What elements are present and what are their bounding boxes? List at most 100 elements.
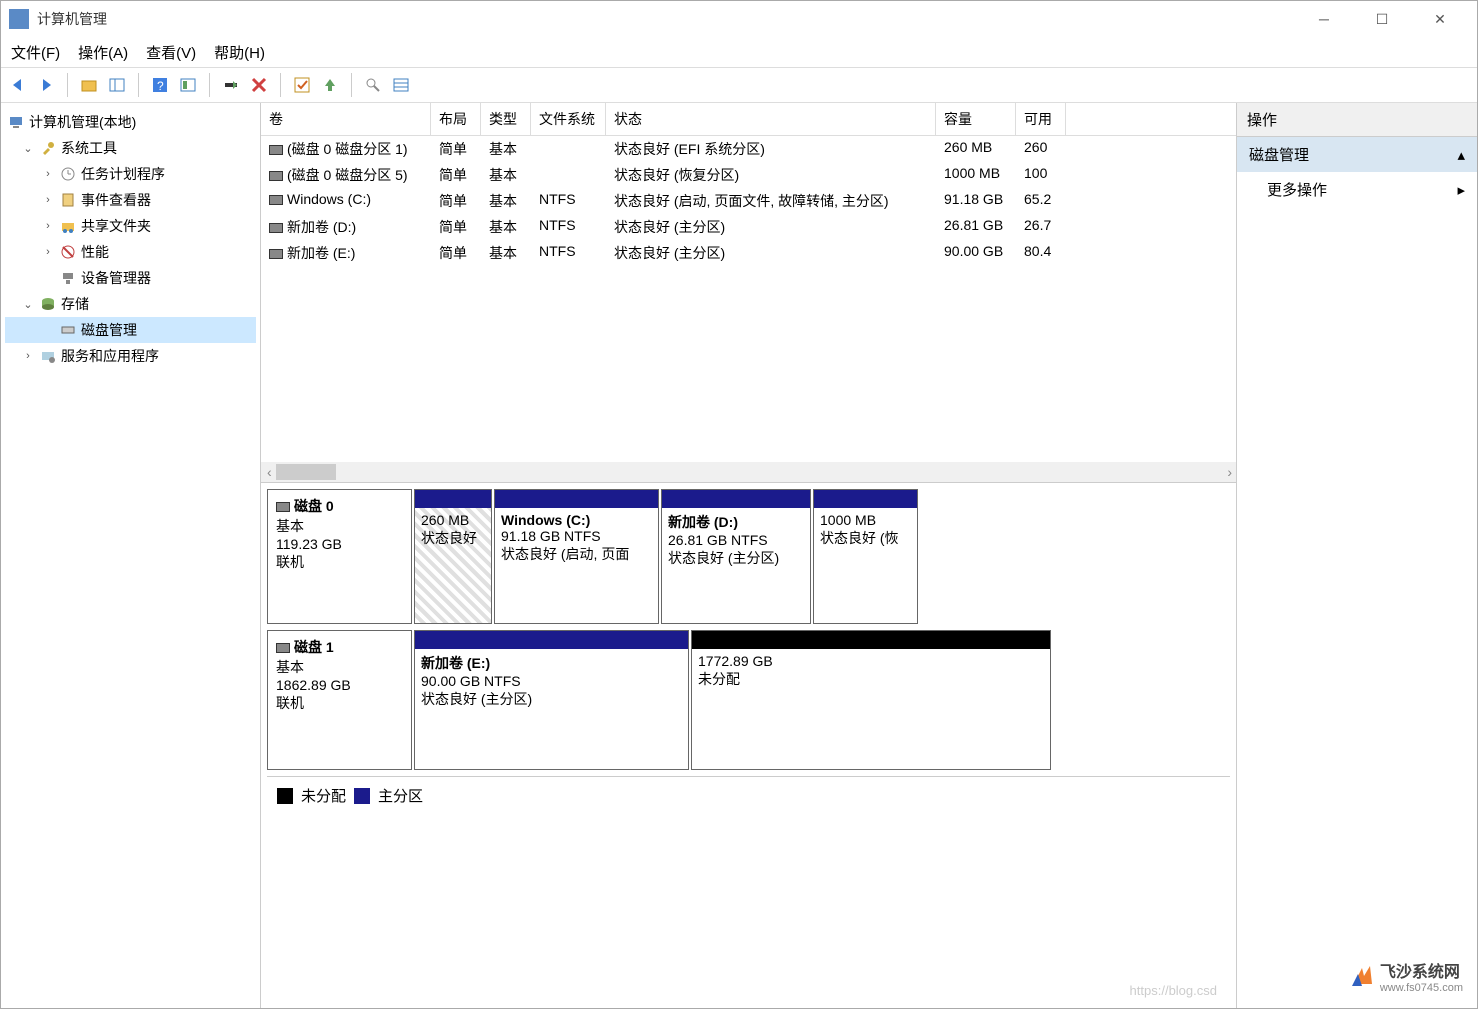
tree-root-label: 计算机管理(本地) xyxy=(29,112,136,132)
tree-diskmgmt[interactable]: 磁盘管理 xyxy=(5,317,256,343)
watermark-url: www.fs0745.com xyxy=(1380,982,1463,994)
minimize-button[interactable]: ─ xyxy=(1295,1,1353,37)
tree-devmgr-label: 设备管理器 xyxy=(81,268,151,288)
disk-label[interactable]: 磁盘 0基本119.23 GB联机 xyxy=(267,489,412,624)
volume-table: 卷 布局 类型 文件系统 状态 容量 可用 (磁盘 0 磁盘分区 1)简单基本状… xyxy=(261,103,1236,462)
partition[interactable]: 新加卷 (D:)26.81 GB NTFS状态良好 (主分区) xyxy=(661,489,811,624)
horizontal-scrollbar[interactable]: ‹ › xyxy=(261,462,1236,482)
header-layout[interactable]: 布局 xyxy=(431,103,481,135)
partition[interactable]: Windows (C:)91.18 GB NTFS状态良好 (启动, 页面 xyxy=(494,489,659,624)
disk-row: 磁盘 0基本119.23 GB联机260 MB状态良好Windows (C:)9… xyxy=(267,489,1230,624)
panel-icon[interactable] xyxy=(106,74,128,96)
partition[interactable]: 1000 MB状态良好 (恢 xyxy=(813,489,918,624)
maximize-button[interactable]: ☐ xyxy=(1353,1,1411,37)
menu-view[interactable]: 查看(V) xyxy=(146,42,196,63)
disk-icon xyxy=(59,321,77,339)
table-row[interactable]: 新加卷 (E:)简单基本NTFS状态良好 (主分区)90.00 GB80.4 xyxy=(261,240,1236,266)
header-fs[interactable]: 文件系统 xyxy=(531,103,606,135)
tree-diskmgmt-label: 磁盘管理 xyxy=(81,320,137,340)
close-button[interactable]: ✕ xyxy=(1411,1,1469,37)
actions-panel: 操作 磁盘管理 ▴ 更多操作 ▸ xyxy=(1237,103,1477,1008)
computer-icon xyxy=(7,113,25,131)
delete-icon[interactable] xyxy=(248,74,270,96)
up-icon[interactable] xyxy=(319,74,341,96)
search-icon[interactable] xyxy=(362,74,384,96)
svg-text:?: ? xyxy=(157,79,164,93)
clock-icon xyxy=(59,165,77,183)
tree-event-viewer[interactable]: › 事件查看器 xyxy=(5,187,256,213)
header-type[interactable]: 类型 xyxy=(481,103,531,135)
back-icon[interactable] xyxy=(7,74,29,96)
window-title: 计算机管理 xyxy=(37,9,1295,29)
header-volume[interactable]: 卷 xyxy=(261,103,431,135)
actions-header: 操作 xyxy=(1237,103,1477,137)
help-icon[interactable]: ? xyxy=(149,74,171,96)
tree-storage[interactable]: ⌄ 存储 xyxy=(5,291,256,317)
caret-right-icon[interactable]: › xyxy=(41,194,55,206)
tree-perf[interactable]: › 性能 xyxy=(5,239,256,265)
table-row[interactable]: Windows (C:)简单基本NTFS状态良好 (启动, 页面文件, 故障转储… xyxy=(261,188,1236,214)
header-status[interactable]: 状态 xyxy=(606,103,936,135)
storage-icon xyxy=(39,295,57,313)
disk-label[interactable]: 磁盘 1基本1862.89 GB联机 xyxy=(267,630,412,770)
partition[interactable]: 260 MB状态良好 xyxy=(414,489,492,624)
tree-services[interactable]: › 服务和应用程序 xyxy=(5,343,256,369)
tree-root[interactable]: 计算机管理(本地) xyxy=(5,109,256,135)
partition[interactable]: 新加卷 (E:)90.00 GB NTFS状态良好 (主分区) xyxy=(414,630,689,770)
titlebar: 计算机管理 ─ ☐ ✕ xyxy=(1,1,1477,37)
caret-right-icon[interactable]: › xyxy=(21,350,35,362)
check-icon[interactable] xyxy=(291,74,313,96)
legend-primary-label: 主分区 xyxy=(378,785,423,806)
faint-url: https://blog.csd xyxy=(1130,983,1217,998)
menubar: 文件(F) 操作(A) 查看(V) 帮助(H) xyxy=(1,37,1477,67)
tree-sys-tools[interactable]: ⌄ 系统工具 xyxy=(5,135,256,161)
device-icon xyxy=(59,269,77,287)
disk-row: 磁盘 1基本1862.89 GB联机新加卷 (E:)90.00 GB NTFS状… xyxy=(267,630,1230,770)
event-icon xyxy=(59,191,77,209)
collapse-icon: ▴ xyxy=(1457,146,1465,164)
disk-graphic-panel: 磁盘 0基本119.23 GB联机260 MB状态良好Windows (C:)9… xyxy=(261,483,1236,1008)
refresh-icon[interactable] xyxy=(220,74,242,96)
tree-panel: 计算机管理(本地) ⌄ 系统工具 › 任务计划程序 › 事件查看器 › 共享文件… xyxy=(1,103,261,1008)
perf-icon xyxy=(59,243,77,261)
legend-primary-swatch xyxy=(354,788,370,804)
legend-unalloc-swatch xyxy=(277,788,293,804)
caret-down-icon[interactable]: ⌄ xyxy=(21,298,35,311)
services-icon xyxy=(39,347,57,365)
caret-right-icon[interactable]: › xyxy=(41,168,55,180)
header-capacity[interactable]: 容量 xyxy=(936,103,1016,135)
partition[interactable]: 1772.89 GB未分配 xyxy=(691,630,1051,770)
table-row[interactable]: (磁盘 0 磁盘分区 1)简单基本状态良好 (EFI 系统分区)260 MB26… xyxy=(261,136,1236,162)
actions-diskmgmt[interactable]: 磁盘管理 ▴ xyxy=(1237,137,1477,172)
tree-perf-label: 性能 xyxy=(81,242,109,262)
watermark: 飞沙系统网 www.fs0745.com xyxy=(1350,958,1463,994)
actions-more[interactable]: 更多操作 ▸ xyxy=(1237,172,1477,207)
table-row[interactable]: (磁盘 0 磁盘分区 5)简单基本状态良好 (恢复分区)1000 MB100 xyxy=(261,162,1236,188)
caret-down-icon[interactable]: ⌄ xyxy=(21,142,35,155)
actions-more-label: 更多操作 xyxy=(1267,179,1327,200)
watermark-logo-icon xyxy=(1350,964,1374,988)
list-icon[interactable] xyxy=(390,74,412,96)
shared-folder-icon xyxy=(59,217,77,235)
window-controls: ─ ☐ ✕ xyxy=(1295,1,1469,37)
menu-file[interactable]: 文件(F) xyxy=(11,42,60,63)
tree-task-sched-label: 任务计划程序 xyxy=(81,164,165,184)
menu-help[interactable]: 帮助(H) xyxy=(214,42,265,63)
forward-icon[interactable] xyxy=(35,74,57,96)
menu-action[interactable]: 操作(A) xyxy=(78,42,128,63)
tree-devmgr[interactable]: 设备管理器 xyxy=(5,265,256,291)
tree-shared[interactable]: › 共享文件夹 xyxy=(5,213,256,239)
tree-services-label: 服务和应用程序 xyxy=(61,346,159,366)
app-icon xyxy=(9,9,29,29)
legend: 未分配 主分区 xyxy=(267,776,1230,814)
actions-diskmgmt-label: 磁盘管理 xyxy=(1249,144,1309,165)
caret-right-icon[interactable]: › xyxy=(41,220,55,232)
tree-task-sched[interactable]: › 任务计划程序 xyxy=(5,161,256,187)
table-header: 卷 布局 类型 文件系统 状态 容量 可用 xyxy=(261,103,1236,136)
folder-icon[interactable] xyxy=(78,74,100,96)
tree-shared-label: 共享文件夹 xyxy=(81,216,151,236)
props-icon[interactable] xyxy=(177,74,199,96)
caret-right-icon[interactable]: › xyxy=(41,246,55,258)
table-row[interactable]: 新加卷 (D:)简单基本NTFS状态良好 (主分区)26.81 GB26.7 xyxy=(261,214,1236,240)
header-free[interactable]: 可用 xyxy=(1016,103,1066,135)
